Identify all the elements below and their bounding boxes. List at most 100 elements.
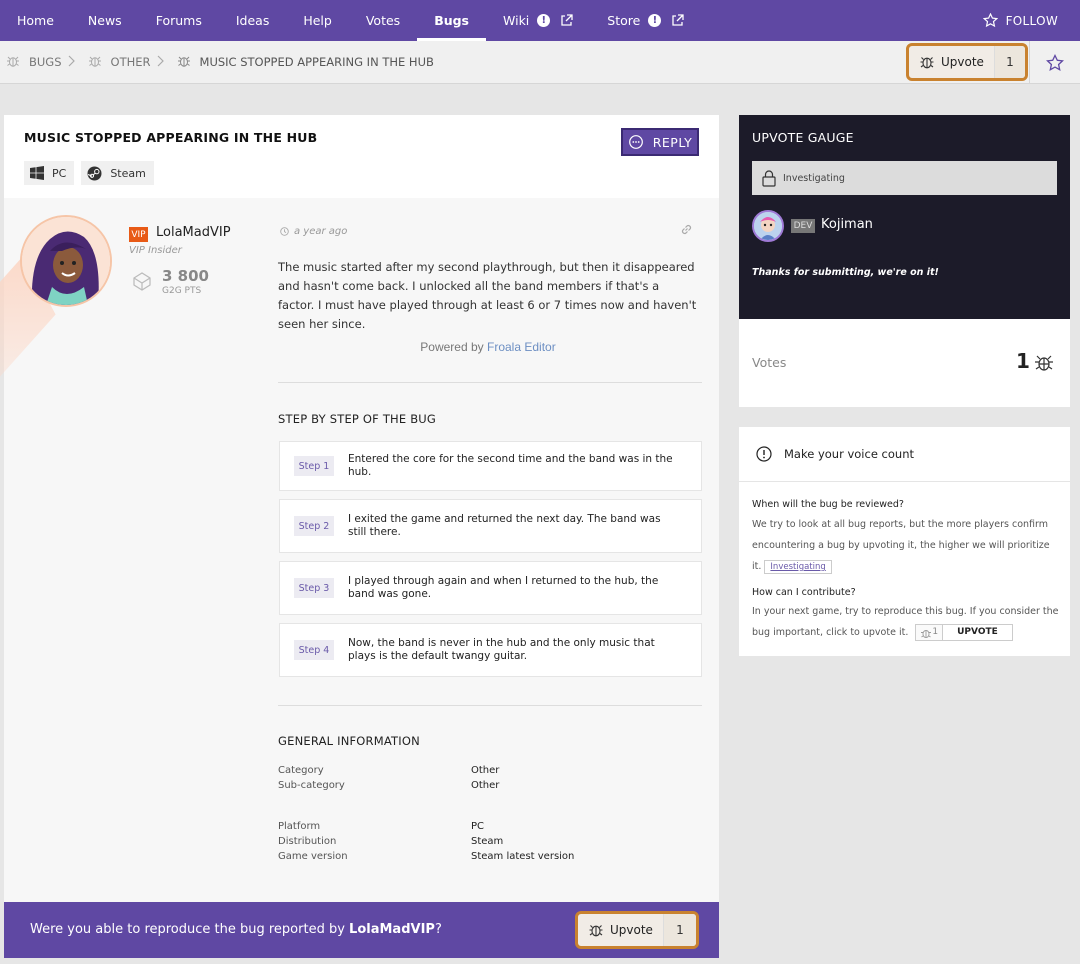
- upvote-main: Upvote: [578, 914, 663, 946]
- alert-icon: !: [648, 14, 662, 27]
- star-icon: [1046, 53, 1064, 71]
- breadcrumb-bugs[interactable]: BUGS: [0, 54, 62, 71]
- chat-icon: [628, 135, 643, 149]
- top-nav: Home News Forums Ideas Help Votes Bugs W…: [0, 0, 1080, 41]
- author-title: VIP Insider: [129, 245, 182, 256]
- step-badge: Step 4: [294, 640, 334, 660]
- star-icon: [982, 13, 998, 28]
- reproduce-prefix: Were you able to reproduce the bug repor…: [30, 922, 350, 937]
- nav-home[interactable]: Home: [0, 0, 71, 41]
- reproduce-suffix: ?: [434, 922, 442, 937]
- voice-title: Make your voice count: [784, 447, 914, 461]
- info-value: Steam latest version: [471, 851, 575, 862]
- tag-steam: Steam: [81, 161, 154, 185]
- nav-ideas[interactable]: Ideas: [219, 0, 286, 41]
- author-name[interactable]: LolaMadVIP: [156, 225, 231, 240]
- info-value: Steam: [471, 836, 504, 847]
- faq-answer: We try to look at all bug reports, but t…: [752, 514, 1062, 577]
- upvote-count: 1: [993, 46, 1025, 78]
- reply-button[interactable]: REPLY: [621, 128, 699, 156]
- chevron-right-icon: [68, 55, 76, 70]
- platform-tags: PC Steam: [24, 161, 154, 185]
- link-icon[interactable]: [679, 222, 694, 240]
- step-text: Now, the band is never in the hub and th…: [348, 637, 655, 662]
- dev-avatar[interactable]: [752, 210, 784, 242]
- mini-upvote-button[interactable]: 1 UPVOTE: [915, 624, 1013, 641]
- upvote-count: 1: [662, 914, 696, 946]
- tag-label: PC: [52, 166, 67, 180]
- info-label: Category: [278, 765, 324, 776]
- step-item: Step 2 I exited the game and returned th…: [279, 499, 702, 553]
- froala-link[interactable]: Froala Editor: [487, 340, 556, 354]
- votes-count: 1: [1016, 349, 1030, 373]
- external-link-icon: [560, 14, 573, 27]
- tag-label: Steam: [110, 166, 146, 180]
- info-label: Platform: [278, 821, 321, 832]
- upvote-gauge: UPVOTE GAUGE Investigating DEV Kojiman T…: [739, 115, 1070, 407]
- step-badge: Step 3: [294, 578, 334, 598]
- dev-message: Thanks for submitting, we're on it!: [752, 267, 939, 278]
- powered-prefix: Powered by: [420, 340, 484, 354]
- gauge-title: UPVOTE GAUGE: [752, 130, 854, 145]
- bug-icon: [6, 54, 20, 71]
- info-icon: [756, 446, 772, 462]
- nav-news[interactable]: News: [71, 0, 139, 41]
- bug-icon: [88, 54, 102, 71]
- mini-count: 1: [932, 627, 939, 637]
- breadcrumb-other[interactable]: OTHER: [82, 54, 151, 71]
- breadcrumb-label: BUGS: [29, 55, 62, 69]
- nav-forums[interactable]: Forums: [139, 0, 219, 41]
- info-label: Game version: [278, 851, 348, 862]
- upvote-button[interactable]: Upvote 1: [575, 911, 699, 949]
- nav-votes[interactable]: Votes: [349, 0, 417, 41]
- step-badge: Step 2: [294, 516, 334, 536]
- post-time-label: a year ago: [294, 226, 348, 237]
- faq-question: How can I contribute?: [752, 587, 856, 598]
- step-item: Step 1 Entered the core for the second t…: [279, 441, 702, 491]
- info-value: PC: [471, 821, 485, 832]
- author-points: 3 800: [162, 267, 209, 285]
- avatar[interactable]: [20, 215, 112, 307]
- tag-pc: PC: [24, 161, 75, 185]
- nav-bugs[interactable]: Bugs: [417, 0, 486, 41]
- upvote-label: Upvote: [610, 923, 653, 937]
- step-item: Step 4 Now, the band is never in the hub…: [279, 623, 702, 677]
- external-link-icon: [671, 14, 684, 27]
- post-body: The music started after my second playth…: [278, 260, 697, 331]
- favorite-button[interactable]: [1029, 41, 1080, 84]
- nav-wiki[interactable]: Wiki !: [486, 0, 590, 41]
- step-item: Step 3 I played through again and when I…: [279, 561, 702, 615]
- reproduce-question: Were you able to reproduce the bug repor…: [30, 922, 442, 937]
- points-icon: [131, 270, 153, 295]
- info-value: Other: [471, 765, 500, 776]
- author-points-label: G2G PTS: [162, 286, 202, 296]
- upvote-button[interactable]: Upvote 1: [906, 43, 1028, 81]
- lock-icon: [762, 169, 776, 187]
- reply-label: REPLY: [652, 134, 693, 150]
- step-text: Entered the core for the second time and…: [348, 453, 673, 478]
- info-label: Distribution: [278, 836, 337, 847]
- breadcrumb-label: MUSIC STOPPED APPEARING IN THE HUB: [199, 55, 434, 69]
- bug-icon: [177, 54, 191, 71]
- bug-icon: [921, 629, 932, 638]
- follow-button[interactable]: FOLLOW: [982, 0, 1058, 41]
- reproduce-footer: Were you able to reproduce the bug repor…: [4, 902, 719, 958]
- reproduce-user: LolaMadVIP: [349, 922, 435, 937]
- general-info-title: GENERAL INFORMATION: [278, 734, 420, 748]
- steps-title: STEP BY STEP OF THE BUG: [278, 412, 437, 426]
- nav-store[interactable]: Store !: [590, 0, 701, 41]
- steam-icon: [87, 166, 102, 180]
- divider: [278, 705, 702, 706]
- divider: [278, 382, 702, 383]
- step-badge: Step 1: [294, 456, 334, 476]
- nav-store-label: Store: [607, 13, 641, 28]
- voice-header: Make your voice count: [739, 427, 1070, 482]
- info-label: Sub-category: [278, 780, 345, 791]
- upvote-label: Upvote: [941, 55, 984, 69]
- bug-icon: [1034, 353, 1054, 376]
- voice-panel: Make your voice count When will the bug …: [739, 427, 1070, 656]
- faq-question: When will the bug be reviewed?: [752, 499, 904, 510]
- page-title: MUSIC STOPPED APPEARING IN THE HUB: [24, 130, 318, 145]
- nav-help[interactable]: Help: [286, 0, 349, 41]
- dev-name[interactable]: Kojiman: [821, 217, 873, 232]
